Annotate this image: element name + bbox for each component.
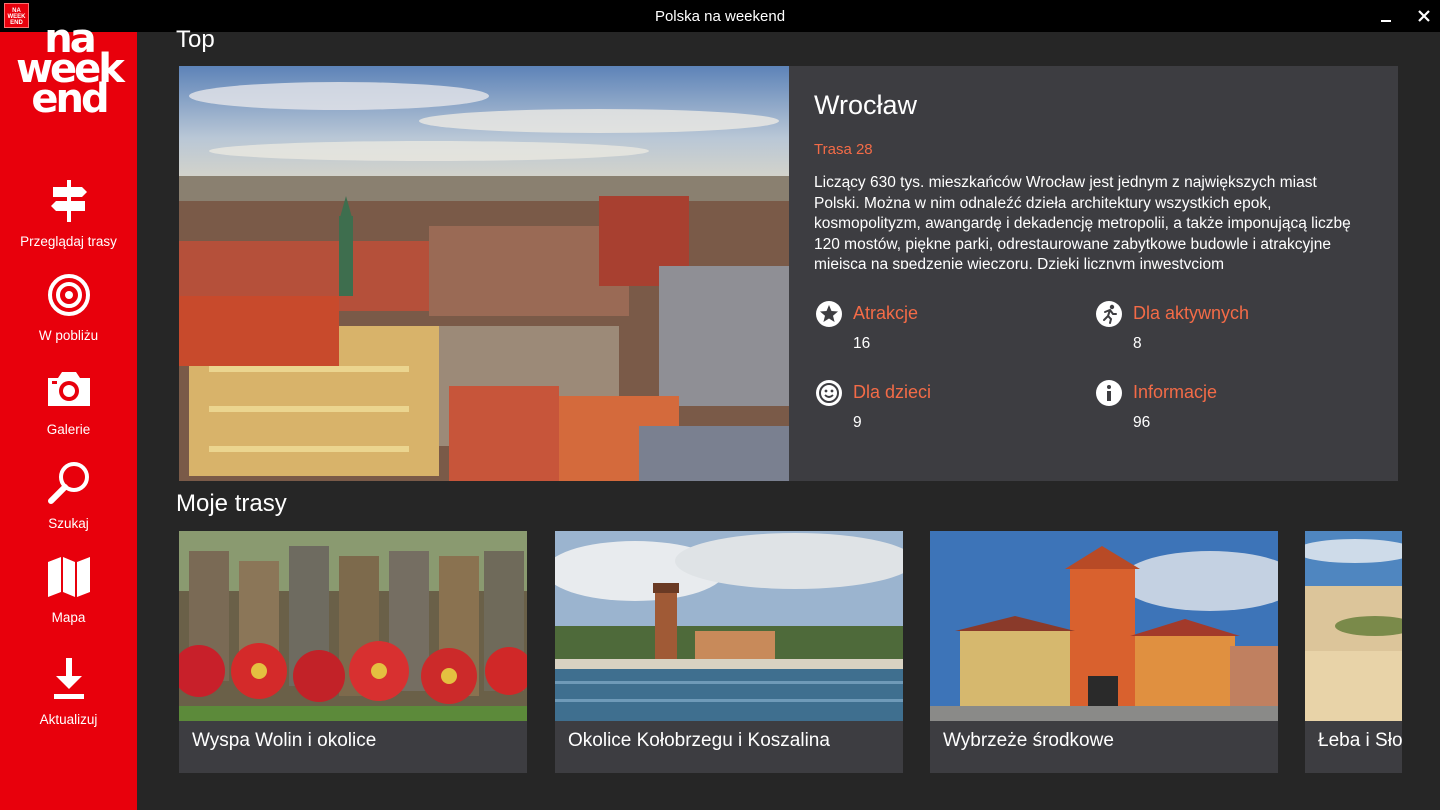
route-card[interactable]: Wybrzeże środkowe bbox=[930, 531, 1278, 773]
info-icon bbox=[1096, 380, 1122, 406]
nav-item-map[interactable]: Mapa bbox=[0, 554, 137, 634]
sidebar: na week end Przeglądaj trasy W pobliżu G… bbox=[0, 19, 137, 810]
nav-item-search[interactable]: Szukaj bbox=[0, 460, 137, 540]
section-title-top: Top bbox=[176, 26, 215, 53]
route-photo bbox=[930, 531, 1278, 721]
route-name: Łeba i Słowiński bbox=[1318, 730, 1402, 751]
nav-label: Szukaj bbox=[48, 516, 89, 531]
title-bar: NA WEEK END Polska na weekend bbox=[0, 0, 1440, 32]
minimize-icon bbox=[1381, 20, 1391, 22]
close-button[interactable] bbox=[1412, 4, 1436, 28]
window-title: Polska na weekend bbox=[654, 7, 786, 25]
route-photo bbox=[179, 531, 527, 721]
runner-icon bbox=[1096, 301, 1122, 327]
stat-attractions[interactable]: Atrakcje 16 bbox=[816, 301, 1076, 361]
signpost-icon bbox=[50, 180, 87, 222]
city-description: Liczący 630 tys. mieszkańców Wrocław jes… bbox=[814, 174, 1351, 269]
download-icon bbox=[53, 658, 84, 699]
route-name: Okolice Kołobrzegu i Koszalina bbox=[568, 730, 830, 751]
minimize-button[interactable] bbox=[1374, 4, 1398, 28]
stat-active[interactable]: Dla aktywnych 8 bbox=[1096, 301, 1356, 361]
route-card[interactable]: Wyspa Wolin i okolice bbox=[179, 531, 527, 773]
nav-item-galleries[interactable]: Galerie bbox=[0, 366, 137, 446]
route-card[interactable]: Okolice Kołobrzegu i Koszalina bbox=[555, 531, 903, 773]
route-photo bbox=[1305, 531, 1402, 721]
stat-label: Dla aktywnych bbox=[1133, 303, 1250, 323]
stat-value: 16 bbox=[853, 335, 871, 352]
stat-information[interactable]: Informacje 96 bbox=[1096, 380, 1356, 440]
app-logo[interactable]: na week end bbox=[14, 19, 125, 132]
stat-label: Atrakcje bbox=[853, 303, 919, 323]
target-icon bbox=[47, 274, 90, 316]
stat-label: Informacje bbox=[1133, 382, 1218, 402]
nav-label: W pobliżu bbox=[38, 328, 99, 343]
map-icon bbox=[47, 557, 90, 597]
route-name: Wyspa Wolin i okolice bbox=[192, 730, 377, 751]
search-icon bbox=[47, 462, 89, 504]
nav-item-nearby[interactable]: W pobliżu bbox=[0, 272, 137, 352]
route-number: Trasa 28 bbox=[814, 141, 873, 158]
stat-kids[interactable]: Dla dzieci 9 bbox=[816, 380, 1076, 440]
stat-value: 96 bbox=[1133, 414, 1151, 431]
stat-value: 9 bbox=[853, 414, 862, 431]
nav-label: Mapa bbox=[51, 610, 86, 625]
route-card[interactable]: Łeba i Słowiński bbox=[1305, 531, 1402, 773]
nav-label: Przeglądaj trasy bbox=[20, 234, 117, 249]
close-icon bbox=[1418, 10, 1430, 22]
nav-label: Galerie bbox=[46, 422, 91, 437]
city-photo bbox=[179, 66, 789, 481]
nav-item-update[interactable]: Aktualizuj bbox=[0, 656, 137, 736]
smiley-icon bbox=[816, 380, 842, 406]
stat-label: Dla dzieci bbox=[853, 382, 932, 402]
camera-icon bbox=[47, 372, 90, 406]
star-icon bbox=[816, 301, 842, 327]
city-name: Wrocław bbox=[814, 90, 918, 120]
top-info-panel: Wrocław Trasa 28 Liczący 630 tys. mieszk… bbox=[814, 90, 1359, 269]
route-name: Wybrzeże środkowe bbox=[943, 730, 1114, 751]
nav-label: Aktualizuj bbox=[39, 712, 98, 727]
top-route-card[interactable]: Wrocław Trasa 28 Liczący 630 tys. mieszk… bbox=[179, 66, 1398, 481]
section-title-my-routes: Moje trasy bbox=[176, 490, 287, 517]
route-photo bbox=[555, 531, 903, 721]
stat-value: 8 bbox=[1133, 335, 1142, 352]
nav-item-browse-routes[interactable]: Przeglądaj trasy bbox=[0, 178, 137, 258]
